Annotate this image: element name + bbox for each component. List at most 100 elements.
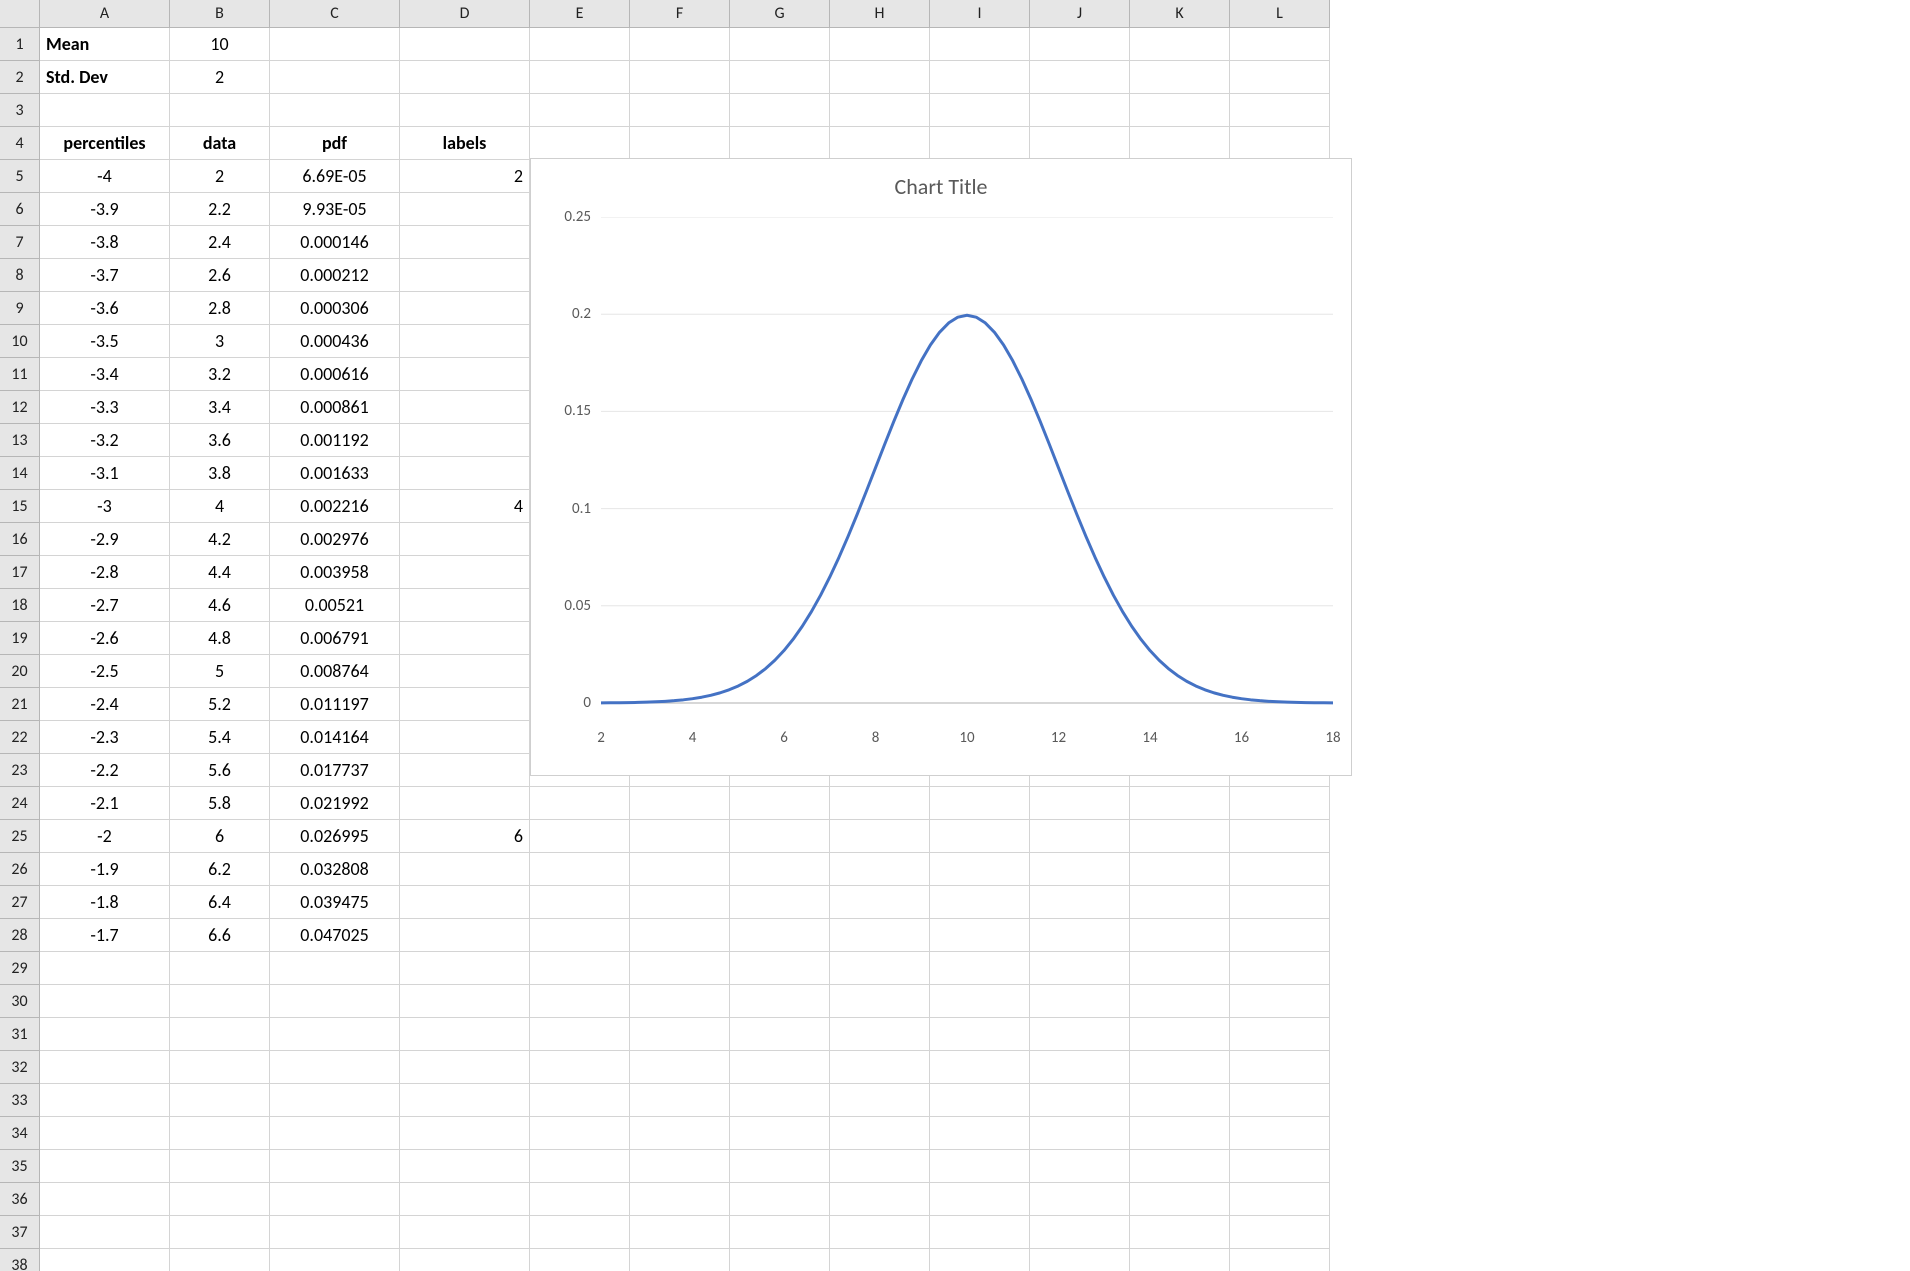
cell-C20[interactable]: 0.008764 <box>270 655 400 688</box>
cell-K38[interactable] <box>1130 1249 1230 1271</box>
cell-F31[interactable] <box>630 1018 730 1051</box>
cell-K25[interactable] <box>1130 820 1230 853</box>
row-header-6[interactable]: 6 <box>0 193 40 226</box>
row-header-30[interactable]: 30 <box>0 985 40 1018</box>
row-header-8[interactable]: 8 <box>0 259 40 292</box>
cell-H1[interactable] <box>830 28 930 61</box>
cell-A33[interactable] <box>40 1084 170 1117</box>
cell-K1[interactable] <box>1130 28 1230 61</box>
cell-B31[interactable] <box>170 1018 270 1051</box>
row-header-19[interactable]: 19 <box>0 622 40 655</box>
cell-A27[interactable]: -1.8 <box>40 886 170 919</box>
cell-A14[interactable]: -3.1 <box>40 457 170 490</box>
cell-C35[interactable] <box>270 1150 400 1183</box>
cell-K36[interactable] <box>1130 1183 1230 1216</box>
cell-A32[interactable] <box>40 1051 170 1084</box>
cell-C24[interactable]: 0.021992 <box>270 787 400 820</box>
cell-B37[interactable] <box>170 1216 270 1249</box>
cell-C18[interactable]: 0.00521 <box>270 589 400 622</box>
column-header-D[interactable]: D <box>400 0 530 28</box>
column-header-K[interactable]: K <box>1130 0 1230 28</box>
cell-A25[interactable]: -2 <box>40 820 170 853</box>
cell-A34[interactable] <box>40 1117 170 1150</box>
cell-D37[interactable] <box>400 1216 530 1249</box>
row-header-1[interactable]: 1 <box>0 28 40 61</box>
row-header-14[interactable]: 14 <box>0 457 40 490</box>
cell-H24[interactable] <box>830 787 930 820</box>
cell-D22[interactable] <box>400 721 530 754</box>
cell-D30[interactable] <box>400 985 530 1018</box>
cell-D34[interactable] <box>400 1117 530 1150</box>
row-header-35[interactable]: 35 <box>0 1150 40 1183</box>
cell-A7[interactable]: -3.8 <box>40 226 170 259</box>
cell-C11[interactable]: 0.000616 <box>270 358 400 391</box>
cell-K33[interactable] <box>1130 1084 1230 1117</box>
cell-I31[interactable] <box>930 1018 1030 1051</box>
cell-K2[interactable] <box>1130 61 1230 94</box>
cell-A31[interactable] <box>40 1018 170 1051</box>
cell-B11[interactable]: 3.2 <box>170 358 270 391</box>
cell-B7[interactable]: 2.4 <box>170 226 270 259</box>
cell-B4[interactable]: data <box>170 127 270 160</box>
cell-L34[interactable] <box>1230 1117 1330 1150</box>
row-header-22[interactable]: 22 <box>0 721 40 754</box>
column-header-G[interactable]: G <box>730 0 830 28</box>
cell-A4[interactable]: percentiles <box>40 127 170 160</box>
cell-B1[interactable]: 10 <box>170 28 270 61</box>
cell-D3[interactable] <box>400 94 530 127</box>
cell-B32[interactable] <box>170 1051 270 1084</box>
cell-J38[interactable] <box>1030 1249 1130 1271</box>
cell-K31[interactable] <box>1130 1018 1230 1051</box>
column-header-H[interactable]: H <box>830 0 930 28</box>
row-header-5[interactable]: 5 <box>0 160 40 193</box>
cell-E1[interactable] <box>530 28 630 61</box>
cell-E33[interactable] <box>530 1084 630 1117</box>
cell-F38[interactable] <box>630 1249 730 1271</box>
cell-L3[interactable] <box>1230 94 1330 127</box>
cell-H26[interactable] <box>830 853 930 886</box>
cell-F4[interactable] <box>630 127 730 160</box>
cell-C15[interactable]: 0.002216 <box>270 490 400 523</box>
cell-B19[interactable]: 4.8 <box>170 622 270 655</box>
cell-B38[interactable] <box>170 1249 270 1271</box>
cell-K34[interactable] <box>1130 1117 1230 1150</box>
cell-D13[interactable] <box>400 424 530 457</box>
cell-K26[interactable] <box>1130 853 1230 886</box>
cell-B2[interactable]: 2 <box>170 61 270 94</box>
cell-E26[interactable] <box>530 853 630 886</box>
cell-D36[interactable] <box>400 1183 530 1216</box>
cell-G2[interactable] <box>730 61 830 94</box>
cell-H3[interactable] <box>830 94 930 127</box>
cell-D19[interactable] <box>400 622 530 655</box>
cell-G36[interactable] <box>730 1183 830 1216</box>
cell-D35[interactable] <box>400 1150 530 1183</box>
cell-L32[interactable] <box>1230 1051 1330 1084</box>
cell-L25[interactable] <box>1230 820 1330 853</box>
cell-A30[interactable] <box>40 985 170 1018</box>
cell-E27[interactable] <box>530 886 630 919</box>
cell-C5[interactable]: 6.69E-05 <box>270 160 400 193</box>
row-header-24[interactable]: 24 <box>0 787 40 820</box>
cell-G24[interactable] <box>730 787 830 820</box>
cell-D12[interactable] <box>400 391 530 424</box>
column-header-F[interactable]: F <box>630 0 730 28</box>
cell-G26[interactable] <box>730 853 830 886</box>
cell-I34[interactable] <box>930 1117 1030 1150</box>
cell-L28[interactable] <box>1230 919 1330 952</box>
cell-E37[interactable] <box>530 1216 630 1249</box>
cell-G34[interactable] <box>730 1117 830 1150</box>
cell-J4[interactable] <box>1030 127 1130 160</box>
cell-D26[interactable] <box>400 853 530 886</box>
cell-H29[interactable] <box>830 952 930 985</box>
cell-H25[interactable] <box>830 820 930 853</box>
cell-K27[interactable] <box>1130 886 1230 919</box>
cell-C8[interactable]: 0.000212 <box>270 259 400 292</box>
cell-E29[interactable] <box>530 952 630 985</box>
row-header-32[interactable]: 32 <box>0 1051 40 1084</box>
cell-D7[interactable] <box>400 226 530 259</box>
cell-F33[interactable] <box>630 1084 730 1117</box>
cell-B13[interactable]: 3.6 <box>170 424 270 457</box>
cell-D10[interactable] <box>400 325 530 358</box>
cell-I29[interactable] <box>930 952 1030 985</box>
cell-I25[interactable] <box>930 820 1030 853</box>
